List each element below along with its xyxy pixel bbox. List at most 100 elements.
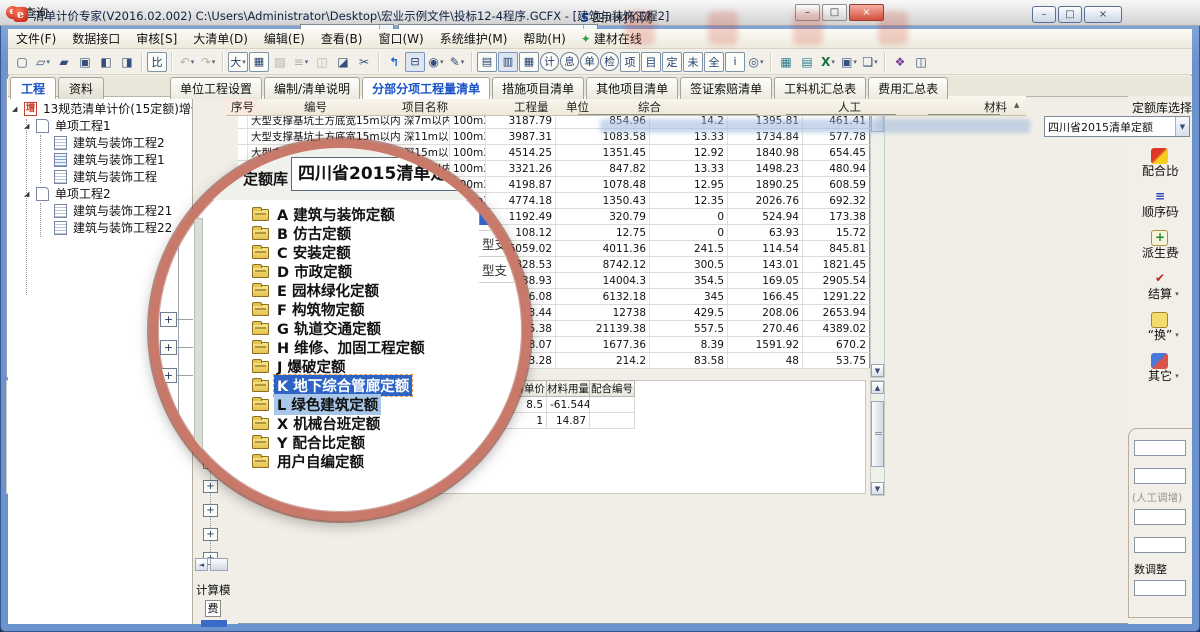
panel-button[interactable]: “换” bbox=[1141, 312, 1179, 342]
scroll-down-icon[interactable]: ▼ bbox=[871, 482, 884, 495]
toolbar-button-icon[interactable]: 项 bbox=[620, 52, 640, 72]
toolbar-button-icon[interactable]: ⊟ bbox=[405, 52, 425, 72]
materials-scrollbar[interactable]: ▲ ▼ bbox=[870, 380, 885, 496]
document-tab[interactable]: 签证索赔清单 bbox=[680, 77, 772, 99]
quota-category-row[interactable]: F 构筑物定额 bbox=[252, 300, 518, 319]
toolbar-button-icon[interactable]: ✂ bbox=[354, 52, 374, 72]
quota-category-row[interactable]: K 地下综合管廊定额 bbox=[252, 376, 518, 395]
toolbar-button-icon[interactable]: 未 bbox=[683, 52, 703, 72]
toolbar-button-icon[interactable]: ▣ bbox=[75, 52, 95, 72]
document-tab[interactable]: 工料机汇总表 bbox=[774, 77, 866, 99]
menu-item[interactable]: 数据接口 bbox=[64, 30, 128, 48]
quota-category-row[interactable]: H 维修、加固工程定额 bbox=[252, 338, 518, 357]
scrollbar-thumb[interactable] bbox=[871, 401, 884, 467]
adjust-input[interactable] bbox=[1134, 509, 1186, 525]
toolbar-button-icon[interactable]: ▣ bbox=[839, 52, 859, 72]
quota-category-row[interactable]: E 园林绿化定额 bbox=[252, 281, 518, 300]
toolbar-button-icon[interactable]: i bbox=[725, 52, 745, 72]
quota-category-row[interactable]: X 机械台班定额 bbox=[252, 414, 518, 433]
toolbar-button-icon[interactable] bbox=[141, 52, 143, 72]
menu-item[interactable]: 审核[S] bbox=[128, 30, 185, 48]
sort-icon[interactable]: ▲ bbox=[1014, 101, 1019, 109]
quota-category-row[interactable]: J 爆破定额 bbox=[252, 357, 518, 376]
row-expander-icon[interactable]: + bbox=[160, 312, 177, 327]
tree-expand-icon[interactable]: ◢ bbox=[12, 105, 21, 113]
toolbar-button-icon[interactable]: ▦ bbox=[776, 52, 796, 72]
adjust-input[interactable] bbox=[1134, 440, 1186, 456]
toolbar-button-icon[interactable]: 息 bbox=[560, 52, 579, 71]
row-expander-icon[interactable]: + bbox=[203, 504, 218, 517]
toolbar-button-icon[interactable]: 目 bbox=[641, 52, 661, 72]
scrollbar-thumb[interactable] bbox=[210, 558, 228, 571]
panel-button[interactable]: 配合比 bbox=[1141, 148, 1179, 178]
toolbar-button-icon[interactable] bbox=[884, 52, 886, 72]
quota-lib-combo[interactable]: 四川省2015清单定额 bbox=[291, 157, 523, 191]
menu-item[interactable]: 编辑(E) bbox=[256, 30, 313, 48]
toolbar-button-icon[interactable]: ❖ bbox=[890, 52, 910, 72]
scroll-left-icon[interactable]: ◄ bbox=[195, 558, 208, 571]
toolbar-button-icon[interactable]: ↶ bbox=[177, 52, 197, 72]
toolbar-button-icon[interactable]: ≡ bbox=[291, 52, 311, 72]
toolbar-button-icon[interactable]: ◨ bbox=[117, 52, 137, 72]
minimize-button[interactable]: – bbox=[1032, 6, 1056, 23]
toolbar-button-icon[interactable]: ◎ bbox=[746, 52, 766, 72]
quota-lib-select[interactable]: 四川省2015清单定额 ▼ bbox=[1044, 116, 1190, 137]
toolbar-button-icon[interactable]: ↰ bbox=[384, 52, 404, 72]
toolbar-button-icon[interactable]: 单 bbox=[580, 52, 599, 71]
toolbar-button-icon[interactable]: ✎ bbox=[447, 52, 467, 72]
row-expander-icon[interactable]: + bbox=[160, 340, 177, 355]
toolbar-button-icon[interactable]: ▨ bbox=[270, 52, 290, 72]
adjust-input[interactable] bbox=[1134, 537, 1186, 553]
toolbar-button-icon[interactable]: ◪ bbox=[333, 52, 353, 72]
project-tree-row[interactable]: ◢ 单项工程1 bbox=[12, 117, 192, 134]
panel-button[interactable]: ✔ 结算 bbox=[1141, 271, 1179, 301]
toolbar-button-icon[interactable]: 计 bbox=[540, 52, 559, 71]
quota-category-row[interactable]: L 绿色建筑定额 bbox=[252, 395, 518, 414]
quota-category-row[interactable]: 用户自编定额 bbox=[252, 452, 518, 471]
toolbar-button-icon[interactable]: ❏ bbox=[860, 52, 880, 72]
toolbar-button-icon[interactable]: ↷ bbox=[198, 52, 218, 72]
panel-button[interactable]: ≡ 顺序码 bbox=[1141, 189, 1179, 219]
toolbar-button-icon[interactable] bbox=[222, 52, 224, 72]
toolbar-button-icon[interactable]: 检 bbox=[600, 52, 619, 71]
toolbar-button-icon[interactable]: ◧ bbox=[96, 52, 116, 72]
row-expander-icon[interactable]: + bbox=[160, 368, 177, 383]
document-tab[interactable]: 其他项目清单 bbox=[586, 77, 678, 99]
project-tree-row[interactable]: ◢ 增 13规范清单计价(15定额)增值 bbox=[12, 100, 192, 117]
toolbar-button-icon[interactable] bbox=[471, 52, 473, 72]
menu-item[interactable]: 帮助(H) bbox=[515, 30, 573, 48]
side-tab[interactable]: 资料 bbox=[58, 77, 104, 99]
toolbar-button-icon[interactable]: 定 bbox=[662, 52, 682, 72]
scroll-up-icon[interactable]: ▲ bbox=[871, 381, 884, 394]
document-tab[interactable]: 费用汇总表 bbox=[868, 77, 948, 99]
toolbar-button-icon[interactable]: ▤ bbox=[797, 52, 817, 72]
toolbar-button-icon[interactable]: ▱ bbox=[33, 52, 53, 72]
toolbar-button-icon[interactable]: 比 bbox=[147, 52, 167, 72]
menu-item[interactable]: 大清单(D) bbox=[185, 30, 256, 48]
row-expander-icon[interactable]: + bbox=[203, 528, 218, 541]
toolbar-button-icon[interactable]: ◫ bbox=[312, 52, 332, 72]
quota-category-row[interactable]: B 仿古定额 bbox=[252, 224, 518, 243]
panel-button[interactable]: 其它 bbox=[1141, 353, 1179, 383]
document-tab[interactable]: 措施项目清单 bbox=[492, 77, 584, 99]
chevron-down-icon[interactable]: ▼ bbox=[1175, 117, 1189, 136]
toolbar-button-icon[interactable]: 全 bbox=[704, 52, 724, 72]
document-tab[interactable]: 单位工程设置 bbox=[170, 77, 262, 99]
menu-item[interactable]: 系统维护(M) bbox=[432, 30, 516, 48]
document-tab[interactable]: 分部分项工程量清单 bbox=[362, 77, 490, 99]
side-tab[interactable]: 工程 bbox=[10, 77, 56, 99]
toolbar-button-icon[interactable]: ◉ bbox=[426, 52, 446, 72]
toolbar-button-icon[interactable]: ▤ bbox=[477, 52, 497, 72]
menu-item[interactable]: 查看(B) bbox=[313, 30, 371, 48]
toolbar-button-icon[interactable]: ▰ bbox=[54, 52, 74, 72]
toolbar-button-icon[interactable] bbox=[171, 52, 173, 72]
toolbar-button-icon[interactable]: ▦ bbox=[249, 52, 269, 72]
toolbar-button-icon[interactable]: 大 bbox=[228, 52, 248, 72]
toolbar-button-icon[interactable]: ▦ bbox=[519, 52, 539, 72]
toolbar-button-icon[interactable]: ◫ bbox=[911, 52, 931, 72]
close-button[interactable]: × bbox=[1084, 6, 1122, 23]
adjust-input[interactable] bbox=[1134, 580, 1186, 596]
dialog-maximize-button[interactable]: □ bbox=[822, 4, 847, 21]
quota-category-row[interactable]: D 市政定额 bbox=[252, 262, 518, 281]
menu-item[interactable]: 文件(F) bbox=[8, 30, 64, 48]
